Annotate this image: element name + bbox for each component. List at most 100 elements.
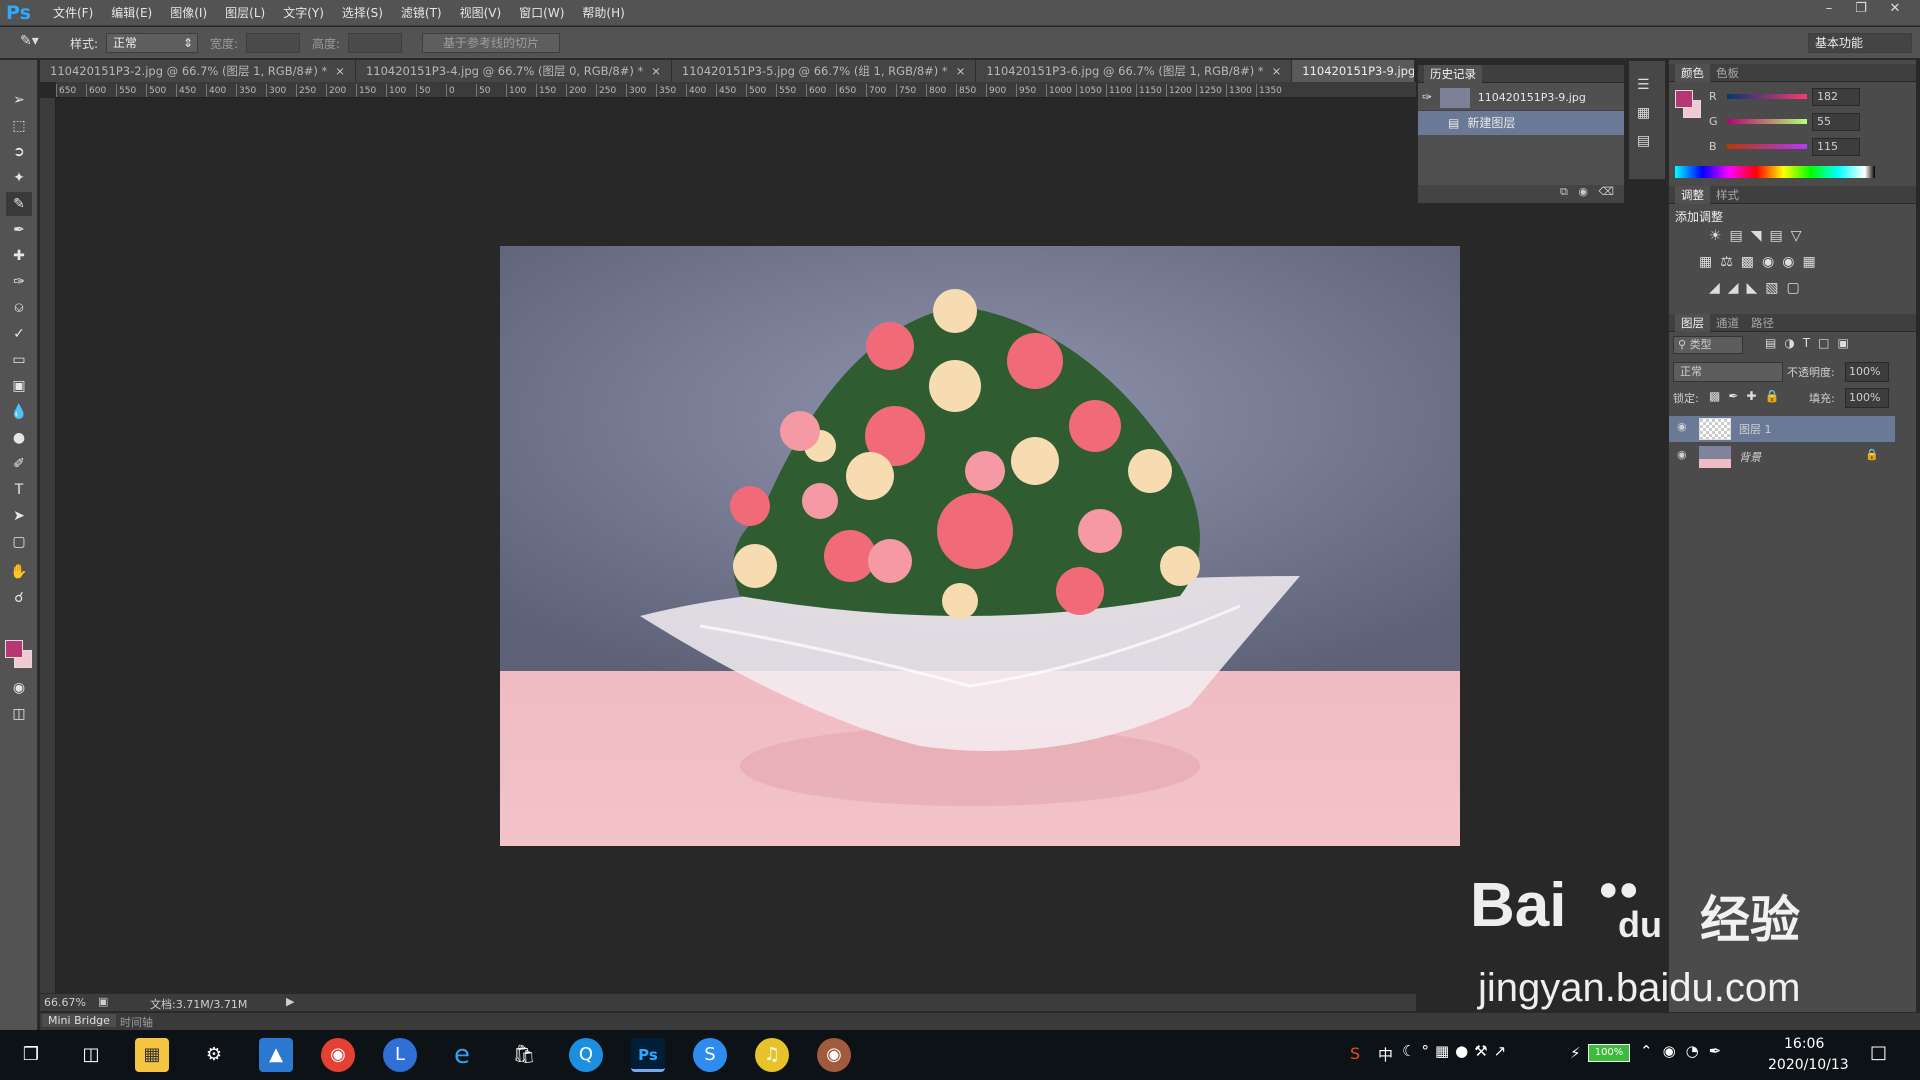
menu-filter[interactable]: 滤镜(T) — [392, 0, 451, 26]
blend-mode-select[interactable]: 正常 — [1673, 362, 1783, 382]
fill-field[interactable]: 100% — [1845, 388, 1889, 408]
settings-gear-icon[interactable]: ⚙ — [197, 1038, 231, 1072]
battery-indicator[interactable]: 100% — [1588, 1044, 1630, 1062]
tab-channels[interactable]: 通道 — [1710, 314, 1745, 332]
tab-styles[interactable]: 样式 — [1710, 186, 1745, 204]
tab-timeline[interactable]: 时间轴 — [120, 1014, 153, 1030]
clone-stamp-tool-icon[interactable]: ⎉ — [6, 296, 32, 320]
foreground-color-swatch[interactable] — [5, 640, 23, 658]
photos-icon[interactable]: ▲ — [259, 1038, 293, 1072]
notification-icon[interactable]: □ — [1870, 1042, 1887, 1063]
restore-button[interactable]: ❐ — [1846, 0, 1876, 18]
close-icon[interactable]: × — [651, 64, 661, 78]
g-slider[interactable] — [1727, 119, 1807, 124]
tab-doc-4[interactable]: 110420151P3-4.jpg @ 66.7% (图层 0, RGB/8#)… — [355, 60, 672, 82]
history-brush-tool-icon[interactable]: ✓ — [6, 322, 32, 346]
tray-icons[interactable]: ⌃◉◔✒ — [1640, 1042, 1731, 1060]
tab-color[interactable]: 颜色 — [1675, 64, 1710, 82]
photoshop-taskbar-icon[interactable]: Ps — [631, 1038, 665, 1072]
layer-filter-icons[interactable]: ▤◑T□▣ — [1765, 336, 1857, 350]
move-tool-icon[interactable]: ➢ — [6, 88, 32, 112]
brush-tool-icon[interactable]: ✑ — [6, 270, 32, 294]
history-panel-icon[interactable]: ☰ — [1637, 77, 1650, 93]
adjustment-icons-row-1[interactable]: ☀▤◥▤▽ — [1709, 228, 1849, 244]
adjustment-icons-row-3[interactable]: ◢◢◣▧▢ — [1709, 280, 1849, 296]
r-slider[interactable] — [1727, 94, 1807, 99]
screen-mode-icon[interactable]: ◫ — [6, 702, 32, 726]
windows-start-icon[interactable]: ❒ — [14, 1038, 48, 1072]
slices-from-guides-button[interactable]: 基于参考线的切片 — [422, 33, 560, 53]
info-icon[interactable]: ▣ — [98, 995, 108, 1008]
eraser-tool-icon[interactable]: ▭ — [6, 348, 32, 372]
b-slider[interactable] — [1727, 144, 1807, 149]
adjustment-icons-row-2[interactable]: ▦⚖▩◉◉▦ — [1699, 254, 1849, 270]
b-field[interactable]: 115 — [1812, 138, 1860, 156]
snapshot-camera-icon[interactable]: ◉ — [1578, 185, 1588, 198]
slice-tool-icon[interactable]: ✎ — [6, 192, 32, 216]
document-image[interactable] — [500, 246, 1460, 846]
path-select-tool-icon[interactable]: ➤ — [6, 504, 32, 528]
tab-history[interactable]: 历史记录 — [1424, 65, 1482, 83]
menu-window[interactable]: 窗口(W) — [510, 0, 573, 26]
qq-music-icon[interactable]: ♫ — [755, 1038, 789, 1072]
tab-doc-5[interactable]: 110420151P3-5.jpg @ 66.7% (组 1, RGB/8#) … — [671, 60, 977, 82]
height-field[interactable] — [348, 33, 402, 53]
ime-toolbar-icons[interactable]: ☾°▦●⚒↗ — [1402, 1042, 1512, 1060]
store-icon[interactable]: 🛍 — [507, 1038, 541, 1072]
layer-row-2[interactable]: ◉ 背景 🔒 — [1669, 444, 1895, 470]
clock-time[interactable]: 16:06 — [1784, 1036, 1824, 1052]
menu-help[interactable]: 帮助(H) — [573, 0, 633, 26]
eye-icon[interactable]: ◉ — [1677, 448, 1687, 461]
chrome-icon[interactable]: ◉ — [321, 1038, 355, 1072]
close-icon[interactable]: × — [1272, 64, 1282, 78]
healing-brush-tool-icon[interactable]: ✚ — [6, 244, 32, 268]
quick-mask-icon[interactable]: ◉ — [6, 676, 32, 700]
trash-icon[interactable]: ⌫ — [1598, 185, 1614, 198]
tab-adjustments[interactable]: 调整 — [1675, 186, 1710, 204]
menu-view[interactable]: 视图(V) — [451, 0, 511, 26]
tab-doc-9[interactable]: 110420151P3-9.jpg @ 66.7% (图层 1, R — [1292, 60, 1415, 82]
rectangle-tool-icon[interactable]: ▢ — [6, 530, 32, 554]
layer-name[interactable]: 图层 1 — [1739, 421, 1772, 437]
menu-layer[interactable]: 图层(L) — [216, 0, 274, 26]
blur-tool-icon[interactable]: 💧 — [6, 400, 32, 424]
close-icon[interactable]: × — [335, 64, 345, 78]
properties-panel-icon[interactable]: ▦ — [1637, 105, 1650, 121]
color-spectrum-bar[interactable] — [1675, 166, 1875, 178]
clock-date[interactable]: 2020/10/13 — [1768, 1057, 1849, 1073]
quick-select-tool-icon[interactable]: ✦ — [6, 166, 32, 190]
lasso-tool-icon[interactable]: ➲ — [6, 140, 32, 164]
hand-tool-icon[interactable]: ✋ — [6, 560, 32, 584]
search-app-icon[interactable]: Q — [569, 1038, 603, 1072]
sogou-ime-icon[interactable]: S — [1350, 1044, 1360, 1063]
info-panel-icon[interactable]: ▤ — [1637, 133, 1650, 149]
menu-image[interactable]: 图像(I) — [161, 0, 216, 26]
lock-icons[interactable]: ▩✒✚🔒 — [1709, 389, 1787, 403]
close-window-button[interactable]: ✕ — [1880, 0, 1910, 18]
opacity-field[interactable]: 100% — [1845, 362, 1889, 382]
zoom-level[interactable]: 66.67% — [44, 996, 86, 1009]
tab-layers[interactable]: 图层 — [1675, 314, 1710, 332]
tab-doc-6[interactable]: 110420151P3-6.jpg @ 66.7% (图层 1, RGB/8#)… — [976, 60, 1293, 82]
menu-file[interactable]: 文件(F) — [44, 0, 102, 26]
layer-name[interactable]: 背景 — [1739, 449, 1761, 465]
new-document-icon[interactable]: ⧉ — [1560, 185, 1568, 198]
tab-paths[interactable]: 路径 — [1745, 314, 1780, 332]
menu-edit[interactable]: 编辑(E) — [102, 0, 161, 26]
style-select[interactable]: 正常 ⇕ — [106, 33, 198, 53]
media-app-icon[interactable]: ◉ — [817, 1038, 851, 1072]
ie-browser-icon[interactable]: e — [445, 1038, 479, 1072]
task-view-icon[interactable]: ◫ — [74, 1038, 108, 1072]
type-tool-icon[interactable]: T — [6, 478, 32, 502]
status-menu-arrow-icon[interactable]: ▶ — [286, 995, 294, 1008]
foreground-color-swatch[interactable] — [1675, 90, 1693, 108]
workspace-select[interactable]: 基本功能 — [1808, 33, 1912, 53]
sogou-icon[interactable]: S — [693, 1038, 727, 1072]
zoom-tool-icon[interactable]: ☌ — [6, 586, 32, 610]
gradient-tool-icon[interactable]: ▣ — [6, 374, 32, 398]
slice-tool-preset-icon[interactable]: ✎▾ — [20, 33, 56, 53]
eye-icon[interactable]: ◉ — [1677, 420, 1687, 433]
layer-filter-select[interactable]: ⚲ 类型 — [1673, 336, 1743, 354]
file-explorer-icon[interactable]: ▦ — [135, 1038, 169, 1072]
ime-mode[interactable]: 中 — [1378, 1044, 1393, 1065]
